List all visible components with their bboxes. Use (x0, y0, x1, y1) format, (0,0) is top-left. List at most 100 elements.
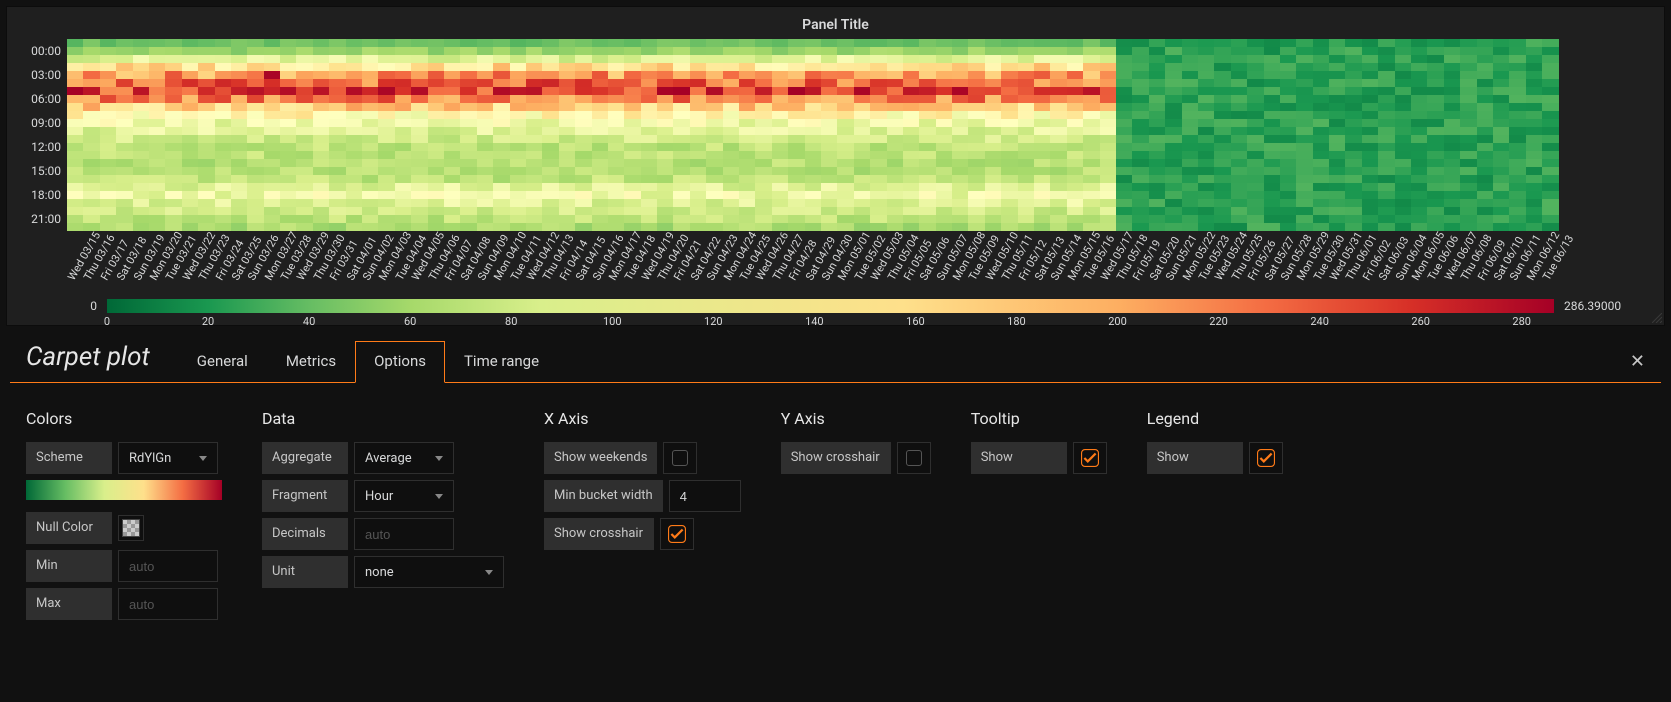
heatmap-column (1214, 39, 1230, 231)
heatmap-column (1198, 39, 1214, 231)
aggregate-select[interactable]: Average (354, 442, 454, 474)
legend-show-label: Show (1147, 442, 1243, 474)
show-weekends-label: Show weekends (544, 442, 657, 474)
heatmap-column (1542, 39, 1558, 231)
legend-tick: 240 (1310, 315, 1329, 328)
heatmap-column (1116, 39, 1132, 231)
legend-tick: 160 (906, 315, 925, 328)
legend-heading: Legend (1147, 409, 1283, 428)
x-crosshair-checkbox[interactable] (660, 518, 694, 550)
heatmap-column (198, 39, 214, 231)
checkbox-checked-icon (1081, 449, 1099, 467)
heatmap-column (1182, 39, 1198, 231)
heatmap-column (1296, 39, 1312, 231)
heatmap-column (329, 39, 345, 231)
tooltip-show-label: Show (971, 442, 1067, 474)
heatmap-column (1329, 39, 1345, 231)
tooltip-show-checkbox[interactable] (1073, 442, 1107, 474)
legend-tick: 140 (805, 315, 824, 328)
heatmap-column (1100, 39, 1116, 231)
tab-options[interactable]: Options (355, 341, 445, 383)
resize-handle-icon[interactable] (1652, 313, 1662, 323)
fragment-select[interactable]: Hour (354, 480, 454, 512)
heatmap-column (706, 39, 722, 231)
heatmap-column (559, 39, 575, 231)
heatmap-column (247, 39, 263, 231)
heatmap-column (592, 39, 608, 231)
panel-title[interactable]: Panel Title (17, 13, 1654, 39)
y-tick: 00:00 (31, 39, 61, 63)
heatmap-column (919, 39, 935, 231)
heatmap-column (296, 39, 312, 231)
unit-select[interactable]: none (354, 556, 504, 588)
min-input[interactable] (118, 550, 218, 582)
y-crosshair-checkbox[interactable] (897, 442, 931, 474)
editor-tabs: GeneralMetricsOptionsTime range (178, 340, 558, 382)
tooltip-section: Tooltip Show (971, 409, 1107, 626)
tooltip-heading: Tooltip (971, 409, 1107, 428)
y-axis-ticks: 00:0003:0006:0009:0012:0015:0018:0021:00 (21, 39, 67, 231)
min-bucket-input[interactable] (669, 480, 741, 512)
heatmap-column (1001, 39, 1017, 231)
tab-time-range[interactable]: Time range (445, 341, 558, 383)
legend-tick: 100 (603, 315, 622, 328)
data-heading: Data (262, 409, 504, 428)
heatmap-column (165, 39, 181, 231)
legend-tick: 260 (1411, 315, 1430, 328)
heatmap-column (854, 39, 870, 231)
show-weekends-checkbox[interactable] (663, 442, 697, 474)
checkbox-checked-icon (668, 525, 686, 543)
heatmap-column (411, 39, 427, 231)
y-tick: 18:00 (31, 183, 61, 207)
heatmap-canvas[interactable] (67, 39, 1654, 231)
heatmap-column (903, 39, 919, 231)
tab-general[interactable]: General (178, 341, 267, 383)
checkbox-empty-icon (672, 450, 688, 466)
heatmap-column (428, 39, 444, 231)
colors-heading: Colors (26, 409, 222, 428)
decimals-input[interactable] (354, 518, 454, 550)
data-section: Data Aggregate Average Fragment Hour Dec… (262, 409, 504, 626)
y-crosshair-label: Show crosshair (781, 442, 891, 474)
legend-tick: 220 (1209, 315, 1228, 328)
null-color-picker[interactable] (118, 515, 144, 541)
tab-metrics[interactable]: Metrics (267, 341, 355, 383)
heatmap-column (788, 39, 804, 231)
heatmap-column (1247, 39, 1263, 231)
legend-gradient (107, 299, 1554, 313)
heatmap-column (313, 39, 329, 231)
legend-section: Legend Show (1147, 409, 1283, 626)
heatmap-column (608, 39, 624, 231)
heatmap-column (1477, 39, 1493, 231)
heatmap-column (641, 39, 657, 231)
xaxis-heading: X Axis (544, 409, 741, 428)
max-input[interactable] (118, 588, 218, 620)
unit-value: none (365, 565, 394, 580)
heatmap-column (1067, 39, 1083, 231)
chevron-down-icon (435, 494, 443, 499)
close-icon[interactable]: ✕ (1630, 351, 1661, 372)
heatmap-column (1149, 39, 1165, 231)
chevron-down-icon (485, 570, 493, 575)
heatmap-column (444, 39, 460, 231)
heatmap-column (870, 39, 886, 231)
heatmap-column (1526, 39, 1542, 231)
heatmap-column (526, 39, 542, 231)
x-axis-ticks: Wed 03/15Thu 03/16Fri 03/17Sat 03/18Sun … (67, 231, 1654, 293)
legend-tick: 200 (1108, 315, 1127, 328)
plugin-title: Carpet plot (10, 342, 178, 382)
heatmap-column (182, 39, 198, 231)
heatmap-column (1231, 39, 1247, 231)
scheme-select[interactable]: RdYlGn (118, 442, 218, 474)
heatmap-column (936, 39, 952, 231)
max-label: Max (26, 588, 112, 620)
scheme-gradient-preview (26, 480, 222, 500)
heatmap-column (510, 39, 526, 231)
legend-tick: 280 (1512, 315, 1531, 328)
transparent-swatch-icon (122, 519, 140, 537)
heatmap-column (1132, 39, 1148, 231)
heatmap-column (657, 39, 673, 231)
heatmap-column (1362, 39, 1378, 231)
heatmap-column (133, 39, 149, 231)
legend-show-checkbox[interactable] (1249, 442, 1283, 474)
